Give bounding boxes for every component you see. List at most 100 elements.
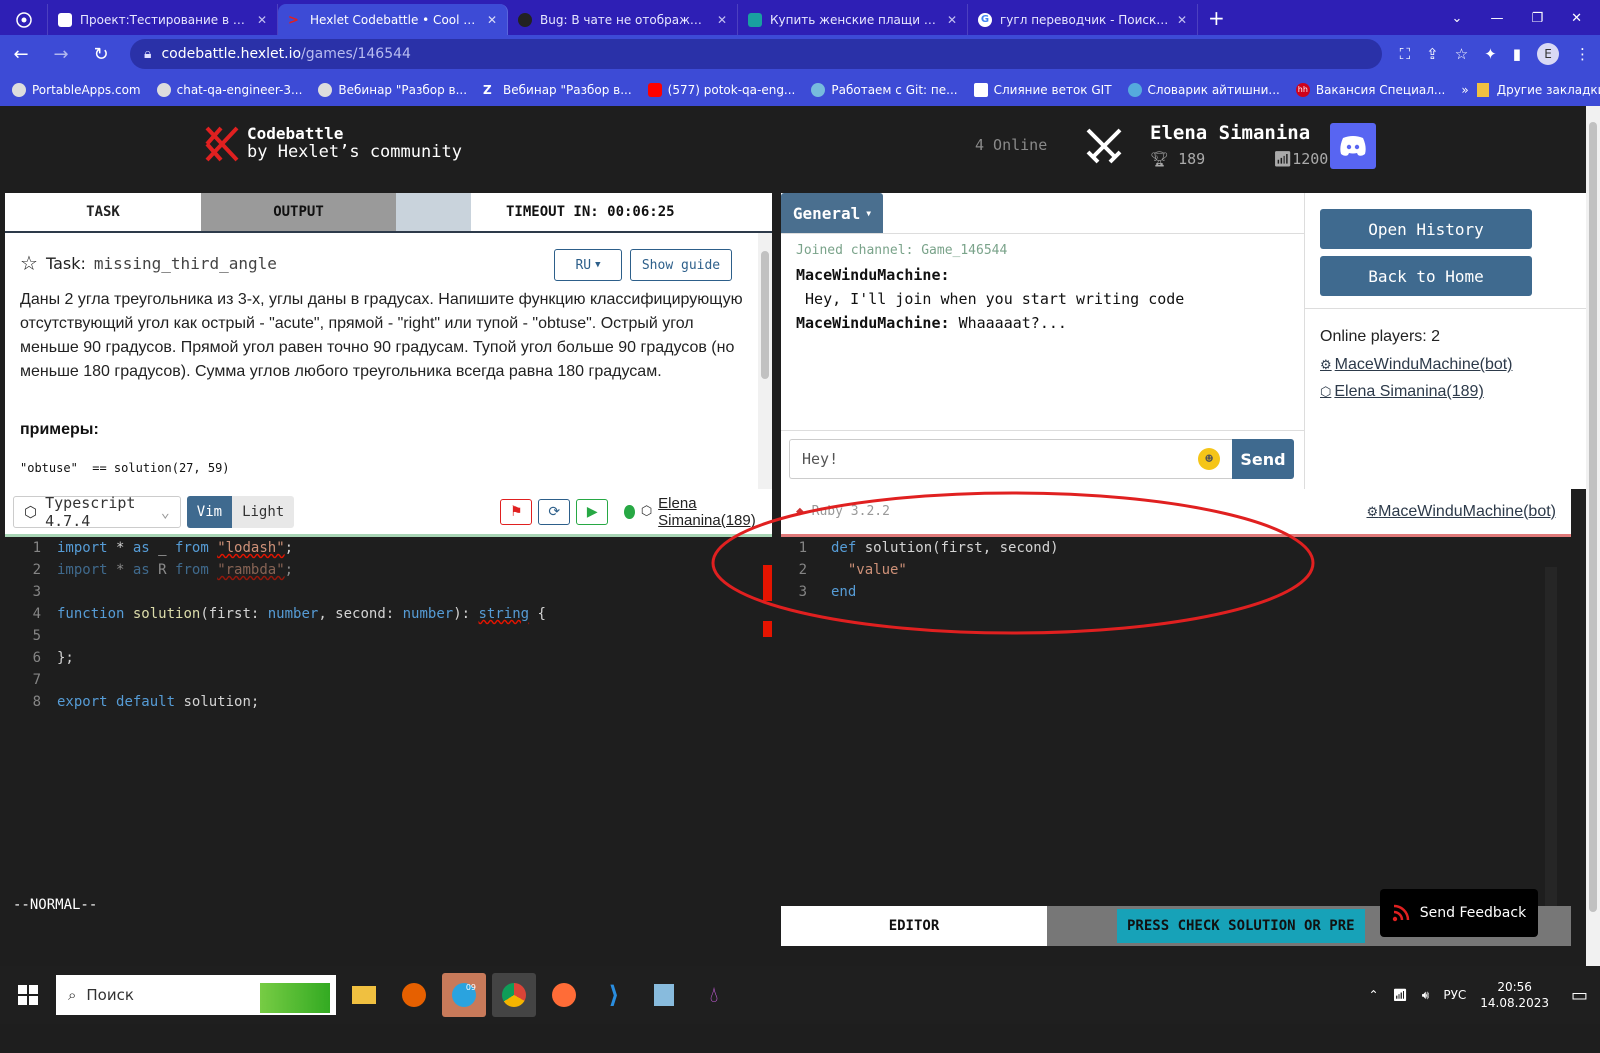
minimize-icon[interactable]: — xyxy=(1490,11,1503,26)
github-favicon-icon xyxy=(518,12,532,27)
left-editor-toolbar: ⬡ Typescript 4.7.4 ⌄ Vim Light ⚑ ⟳ ▶ ⬡ E… xyxy=(5,489,772,537)
discord-button[interactable] xyxy=(1330,123,1376,169)
chrome-menu-icon[interactable] xyxy=(0,4,48,35)
bookmark-item[interactable]: Словарик айтишни... xyxy=(1127,82,1280,97)
language-dropdown[interactable]: RU ▼ xyxy=(554,249,622,281)
profile-avatar[interactable]: E xyxy=(1537,43,1559,65)
online-status-dot xyxy=(624,504,635,519)
close-tab-icon[interactable]: ✕ xyxy=(257,13,267,27)
bookmark-item[interactable]: PortableApps.com xyxy=(12,82,141,97)
browser-menu-icon[interactable]: ⋮ xyxy=(1575,45,1590,63)
close-tab-icon[interactable]: ✕ xyxy=(1177,13,1187,27)
example-code: "obtuse" == solution(27, 59) xyxy=(20,461,230,475)
telegram-icon[interactable]: 09 xyxy=(442,973,486,1017)
back-icon[interactable]: ← xyxy=(10,44,32,65)
right-player-link[interactable]: ⚙MaceWinduMachine(bot) xyxy=(1366,503,1556,521)
windows-taskbar: ⌕ Поиск 09 ⟩ 💧︎ ⌃ 📶︎ 🔊︎ РУС 20:56 14.08.… xyxy=(0,966,1600,1024)
folder-icon xyxy=(1476,82,1489,97)
tab-task[interactable]: TASK xyxy=(5,193,201,231)
tray-chevron-icon[interactable]: ⌃ xyxy=(1368,988,1378,1002)
online-player-link[interactable]: ⚙ MaceWinduMachine(bot) xyxy=(1320,356,1513,374)
discord-icon xyxy=(1340,136,1366,156)
close-tab-icon[interactable]: ✕ xyxy=(487,13,497,27)
reload-icon[interactable]: ↻ xyxy=(90,44,112,65)
page-scrollbar[interactable] xyxy=(1586,106,1600,966)
windows-start-icon[interactable] xyxy=(0,985,56,1005)
browser-tab-bar: Проект:Тестирование в продак✕ >Hexlet Co… xyxy=(0,0,1600,35)
chat-input[interactable]: Hey! ☻ xyxy=(789,439,1232,479)
give-up-flag-icon[interactable]: ⚑ xyxy=(500,498,533,525)
search-highlight-image xyxy=(260,983,330,1013)
vim-mode-button[interactable]: Vim xyxy=(186,495,233,528)
bookmark-item[interactable]: Работаем с Git: пе... xyxy=(811,82,958,97)
input-language[interactable]: РУС xyxy=(1443,988,1466,1002)
google-favicon-icon: G xyxy=(978,12,992,27)
volume-icon[interactable]: 🔊︎ xyxy=(1422,988,1430,1003)
left-code-editor[interactable]: 1 import * as _ from "lodash"; 2 import * … xyxy=(5,537,772,923)
check-solution-play-icon[interactable]: ▶ xyxy=(576,498,609,525)
extensions-icon[interactable]: ✦ xyxy=(1484,45,1497,63)
bookmark-item[interactable]: Z Вебинар "Разбор в... xyxy=(483,83,632,97)
tab-empty[interactable] xyxy=(396,193,471,231)
side-panel-icon[interactable]: ▮ xyxy=(1513,45,1521,63)
back-to-home-button[interactable]: Back to Home xyxy=(1320,256,1532,296)
explorer-icon[interactable] xyxy=(342,973,386,1017)
other-bookmarks[interactable]: » Другие закладки xyxy=(1461,82,1600,97)
drop-app-icon[interactable]: 💧︎ xyxy=(692,973,736,1017)
chrome-icon[interactable] xyxy=(492,973,536,1017)
chat-message: MaceWinduMachine: xyxy=(796,266,950,284)
address-bar[interactable]: 🔒︎ codebattle.hexlet.io/games/146544 xyxy=(130,39,1382,69)
light-theme-button[interactable]: Light xyxy=(232,495,295,528)
channel-dropdown[interactable]: General ▼ xyxy=(781,193,883,233)
editor-scrollbar[interactable] xyxy=(1545,567,1557,906)
bookmark-item[interactable]: Слияние веток GIT xyxy=(973,82,1112,97)
send-button[interactable]: Send xyxy=(1232,439,1294,479)
close-tab-icon[interactable]: ✕ xyxy=(947,13,957,27)
wifi-icon[interactable]: 📶︎ xyxy=(1393,988,1408,1002)
share-icon[interactable]: ⇪ xyxy=(1426,45,1439,63)
browser-tab[interactable]: Bug: В чате не отображаются сл✕ xyxy=(508,4,738,35)
taskbar-search[interactable]: ⌕ Поиск xyxy=(56,975,336,1015)
bookmark-favicon-icon xyxy=(318,82,333,97)
vscode-icon[interactable]: ⟩ xyxy=(592,973,636,1017)
postman-icon[interactable] xyxy=(542,973,586,1017)
close-window-icon[interactable]: ✕ xyxy=(1571,11,1582,26)
browser-tab[interactable]: Gгугл переводчик - Поиск в Goo✕ xyxy=(968,4,1198,35)
bookmark-item[interactable]: Вебинар "Разбор в... xyxy=(318,82,467,97)
star-icon[interactable]: ☆ xyxy=(20,251,38,275)
tab-editor[interactable]: EDITOR xyxy=(781,906,1047,946)
close-tab-icon[interactable]: ✕ xyxy=(717,13,727,27)
codebattle-logo[interactable]: Codebattle by Hexlet’s community xyxy=(205,124,462,164)
translate-icon[interactable]: ⛶ xyxy=(1400,45,1411,63)
reset-code-icon[interactable]: ⟳ xyxy=(538,498,571,525)
browser-tab-active[interactable]: > Hexlet Codebattle • Cool game ✕ xyxy=(278,4,508,35)
firefox-icon[interactable] xyxy=(392,973,436,1017)
send-feedback-button[interactable]: Send Feedback xyxy=(1380,889,1538,937)
notes-app-icon[interactable] xyxy=(642,973,686,1017)
emoji-picker-icon[interactable]: ☻ xyxy=(1198,448,1220,470)
task-scrollbar[interactable] xyxy=(758,233,772,489)
browser-tab[interactable]: Купить женские плащи и тренч✕ xyxy=(738,4,968,35)
user-name[interactable]: Elena Simanina xyxy=(1150,122,1310,144)
clock[interactable]: 20:56 14.08.2023 xyxy=(1480,979,1549,1011)
lang-badge-icon: ⬡ xyxy=(1320,384,1332,399)
restore-icon[interactable]: ❐ xyxy=(1531,11,1543,26)
bookmark-item[interactable]: chat-qa-engineer-3... xyxy=(156,82,302,97)
language-select[interactable]: ⬡ Typescript 4.7.4 ⌄ xyxy=(13,494,181,530)
browser-toolbar: ← → ↻ 🔒︎ codebattle.hexlet.io/games/1465… xyxy=(0,35,1600,73)
more-bookmarks-icon[interactable]: » xyxy=(1461,83,1468,97)
forward-icon[interactable]: → xyxy=(50,44,72,65)
bookmark-item[interactable]: hh Вакансия Специал... xyxy=(1295,82,1445,97)
zoom-favicon-icon: Z xyxy=(483,82,492,97)
tab-search-icon[interactable]: ⌄ xyxy=(1452,11,1463,26)
notifications-icon[interactable]: ▭ xyxy=(1571,985,1588,1006)
show-guide-button[interactable]: Show guide xyxy=(630,249,732,281)
task-label: Task: xyxy=(45,253,86,273)
bookmark-item[interactable]: (577) potok-qa-eng... xyxy=(647,82,795,97)
browser-tab[interactable]: Проект:Тестирование в продак✕ xyxy=(48,4,278,35)
tab-output[interactable]: OUTPUT xyxy=(201,193,396,231)
online-player-link[interactable]: ⬡ Elena Simanina(189) xyxy=(1320,383,1484,401)
bookmark-star-icon[interactable]: ☆ xyxy=(1455,45,1468,63)
open-history-button[interactable]: Open History xyxy=(1320,209,1532,249)
new-tab-button[interactable]: + xyxy=(1198,6,1235,35)
